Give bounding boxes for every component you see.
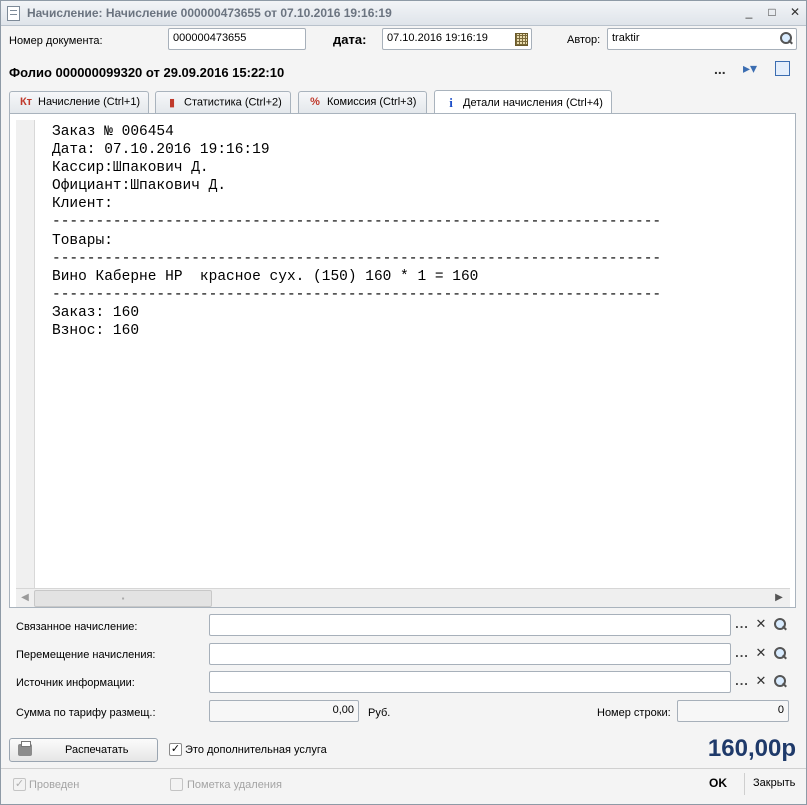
info-source-search-button[interactable] xyxy=(771,673,789,691)
horizontal-scrollbar[interactable]: ◀ ▪ ▶ xyxy=(16,588,790,607)
extra-service-checkbox[interactable]: ✓ xyxy=(169,743,182,756)
printer-icon xyxy=(18,741,32,756)
receipt-line: Заказ: 160 xyxy=(52,304,140,321)
receipt-line: ----------------------------------------… xyxy=(52,286,662,303)
linked-accrual-select-button[interactable]: ... xyxy=(733,616,751,634)
extra-service-label: Это дополнительная услуга xyxy=(185,744,327,756)
deletion-mark-checkbox[interactable] xyxy=(170,778,183,791)
receipt-line: Вино Каберне HP красное сух. (150) 160 *… xyxy=(52,268,479,285)
receipt-line: Взнос: 160 xyxy=(52,323,140,340)
row-number-label: Номер строки: xyxy=(597,707,671,719)
scroll-thumb[interactable]: ▪ xyxy=(34,590,212,607)
tab-statistics[interactable]: ▮ Статистика (Ctrl+2) xyxy=(155,91,291,113)
percent-icon: % xyxy=(310,96,320,109)
posted-label: Проведен xyxy=(29,779,80,791)
receipt-line: Заказ № 006454 xyxy=(52,124,174,140)
author-field[interactable]: traktir xyxy=(607,28,797,50)
info-source-clear-icon[interactable]: ✕ xyxy=(752,673,770,691)
info-icon: i xyxy=(449,95,453,110)
info-source-field: ... ✕ xyxy=(209,671,789,693)
text-gutter xyxy=(16,120,35,588)
calendar-icon xyxy=(515,33,528,46)
linked-accrual-search-button[interactable] xyxy=(771,616,789,634)
document-window: Начисление: Начисление 000000473655 от 0… xyxy=(0,0,807,805)
maximize-button[interactable]: □ xyxy=(763,4,781,21)
total-amount: 160,00р xyxy=(707,735,796,762)
receipt-line: Товары: xyxy=(52,232,113,249)
link-icon xyxy=(775,61,790,76)
linked-accrual-field: ... ✕ xyxy=(209,614,789,636)
receipt-line: Официант:Шпакович Д. xyxy=(52,178,227,195)
accrual-move-label: Перемещение начисления: xyxy=(16,649,156,661)
footer-divider xyxy=(1,768,806,769)
tab-accrual[interactable]: Кт Начисление (Ctrl+1) xyxy=(9,91,149,113)
accrual-move-select-button[interactable]: ... xyxy=(733,645,751,663)
info-source-input[interactable] xyxy=(209,671,731,693)
accrual-move-clear-icon[interactable]: ✕ xyxy=(752,645,770,663)
linked-accrual-label: Связанное начисление: xyxy=(16,621,138,633)
kt-icon: Кт xyxy=(19,96,33,109)
doc-number-field[interactable]: 000000473655 xyxy=(168,28,306,50)
receipt-line: ----------------------------------------… xyxy=(52,214,662,231)
author-label: Автор: xyxy=(567,34,601,46)
receipt-text: Заказ № 006454 Дата: 07.10.2016 19:16:19… xyxy=(52,123,661,340)
minimize-button[interactable]: _ xyxy=(740,4,758,21)
button-separator xyxy=(744,773,745,795)
receipt-line: ----------------------------------------… xyxy=(52,250,662,267)
scroll-left-button[interactable]: ◀ xyxy=(16,589,34,607)
calendar-button[interactable] xyxy=(512,30,530,48)
tab-commission[interactable]: % Комиссия (Ctrl+3) xyxy=(298,91,427,113)
doc-number-label: Номер документа: xyxy=(9,35,103,47)
more-actions-button[interactable]: ... xyxy=(714,61,726,77)
receipt-line: Кассир:Шпакович Д. xyxy=(52,160,209,177)
folio-title: Фолио 000000099320 от 29.09.2016 15:22:1… xyxy=(9,65,285,80)
accrual-move-search-button[interactable] xyxy=(771,645,789,663)
linked-accrual-clear-icon[interactable]: ✕ xyxy=(752,616,770,634)
row-number-field[interactable]: 0 xyxy=(677,700,789,722)
info-source-label: Источник информации: xyxy=(16,677,135,689)
author-search-button[interactable] xyxy=(777,30,795,48)
window-title: Начисление: Начисление 000000473655 от 0… xyxy=(27,6,392,20)
close-window-button[interactable]: ✕ xyxy=(786,4,804,21)
accrual-move-input[interactable] xyxy=(209,643,731,665)
print-button[interactable]: Распечатать xyxy=(9,738,158,762)
bar-chart-icon: ▮ xyxy=(168,97,176,109)
linked-accrual-input[interactable] xyxy=(209,614,731,636)
accrual-move-field: ... ✕ xyxy=(209,643,789,665)
posted-checkbox[interactable]: ✓ xyxy=(13,778,26,791)
date-field[interactable]: 07.10.2016 19:16:19 xyxy=(382,28,532,50)
tariff-sum-field[interactable]: 0,00 xyxy=(209,700,359,722)
scroll-right-button[interactable]: ▶ xyxy=(770,589,788,607)
info-source-select-button[interactable]: ... xyxy=(733,673,751,691)
receipt-line: Клиент: xyxy=(52,196,113,213)
tab-details[interactable]: i Детали начисления (Ctrl+4) xyxy=(434,90,612,114)
ok-button[interactable]: OK xyxy=(709,776,727,790)
tariff-sum-label: Сумма по тарифу размещ.: xyxy=(16,707,156,719)
title-bar[interactable]: Начисление: Начисление 000000473655 от 0… xyxy=(1,1,806,26)
receipt-line: Дата: 07.10.2016 19:16:19 xyxy=(52,142,270,159)
go-to-link-button[interactable] xyxy=(773,59,791,77)
deletion-mark-label: Пометка удаления xyxy=(187,779,282,791)
navigate-menu-button[interactable]: ▸▾ xyxy=(743,60,757,77)
document-icon xyxy=(7,6,20,21)
close-button[interactable]: Закрыть xyxy=(753,777,795,789)
currency-label: Руб. xyxy=(368,707,391,719)
date-label: дата: xyxy=(333,32,367,47)
